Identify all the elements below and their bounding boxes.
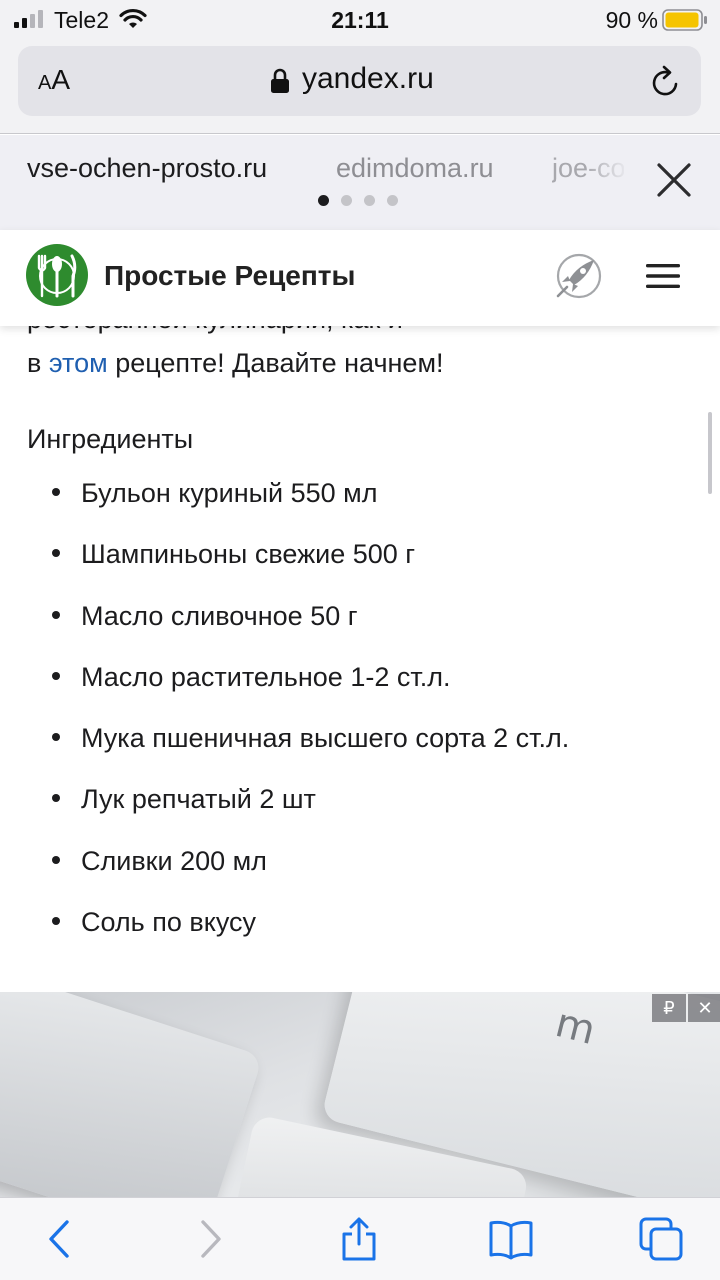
lock-icon: [271, 68, 289, 93]
status-bar: Tele2 21:11 90 %: [0, 0, 720, 40]
page-dot: [341, 195, 352, 206]
page-dot: [318, 195, 329, 206]
bullet: [52, 671, 60, 680]
keyboard-key-image: [0, 992, 264, 1197]
battery-percent: 90 %: [605, 7, 658, 33]
bullet: [52, 733, 60, 742]
related-site-2[interactable]: edimdoma.ru: [336, 153, 494, 184]
reload-icon[interactable]: [649, 64, 683, 100]
fork-spoon-plate-logo[interactable]: [26, 244, 88, 306]
ad-banner[interactable]: m ₽ ✕: [0, 992, 720, 1197]
article-content: ресторанной кулинарии, как и в этом реце…: [0, 326, 720, 992]
close-icon[interactable]: [654, 160, 694, 200]
site-title[interactable]: Простые Рецепты: [104, 260, 355, 292]
bullet: [52, 610, 60, 619]
bullet: [52, 917, 60, 926]
browser-toolbar: [0, 1197, 720, 1280]
ad-info-badge[interactable]: ₽: [652, 994, 686, 1022]
reader-view-button[interactable]: AA: [38, 64, 70, 96]
fade-overlay: [585, 145, 630, 195]
battery-icon: [662, 9, 707, 31]
back-arrow-icon[interactable]: [38, 1216, 84, 1262]
related-site-1[interactable]: vse-ochen-prosto.ru: [27, 153, 267, 184]
forward-arrow-icon[interactable]: [186, 1216, 232, 1262]
tabs-icon[interactable]: [638, 1216, 684, 1262]
rocket-icon[interactable]: [552, 252, 602, 302]
share-icon[interactable]: [336, 1216, 382, 1262]
bookmarks-icon[interactable]: [488, 1216, 534, 1262]
bullet: [52, 855, 60, 864]
related-sites-strip: vse-ochen-prosto.ru edimdoma.ru joe-cook: [0, 135, 720, 230]
scroll-indicator[interactable]: [708, 412, 712, 494]
address-bar[interactable]: AA yandex.ru: [18, 46, 701, 116]
page-dot: [387, 195, 398, 206]
recipe-link[interactable]: этом: [49, 348, 108, 378]
intro-paragraph: в этом рецепте! Давайте начнем!: [27, 348, 444, 378]
ad-close-button[interactable]: ✕: [688, 994, 720, 1022]
page-indicator: [318, 195, 398, 207]
partially-hidden-line: ресторанной кулинарии, как и: [27, 326, 403, 335]
bullet: [52, 488, 60, 496]
bullet: [52, 794, 60, 803]
bullet: [52, 549, 60, 558]
hamburger-menu-icon[interactable]: [646, 262, 680, 290]
ingredients-heading: Ингредиенты: [27, 424, 194, 454]
page-dot: [364, 195, 375, 206]
url-text: yandex.ru: [302, 62, 434, 95]
site-header: Простые Рецепты: [0, 230, 720, 326]
browser-address-area: AA yandex.ru: [0, 40, 720, 134]
